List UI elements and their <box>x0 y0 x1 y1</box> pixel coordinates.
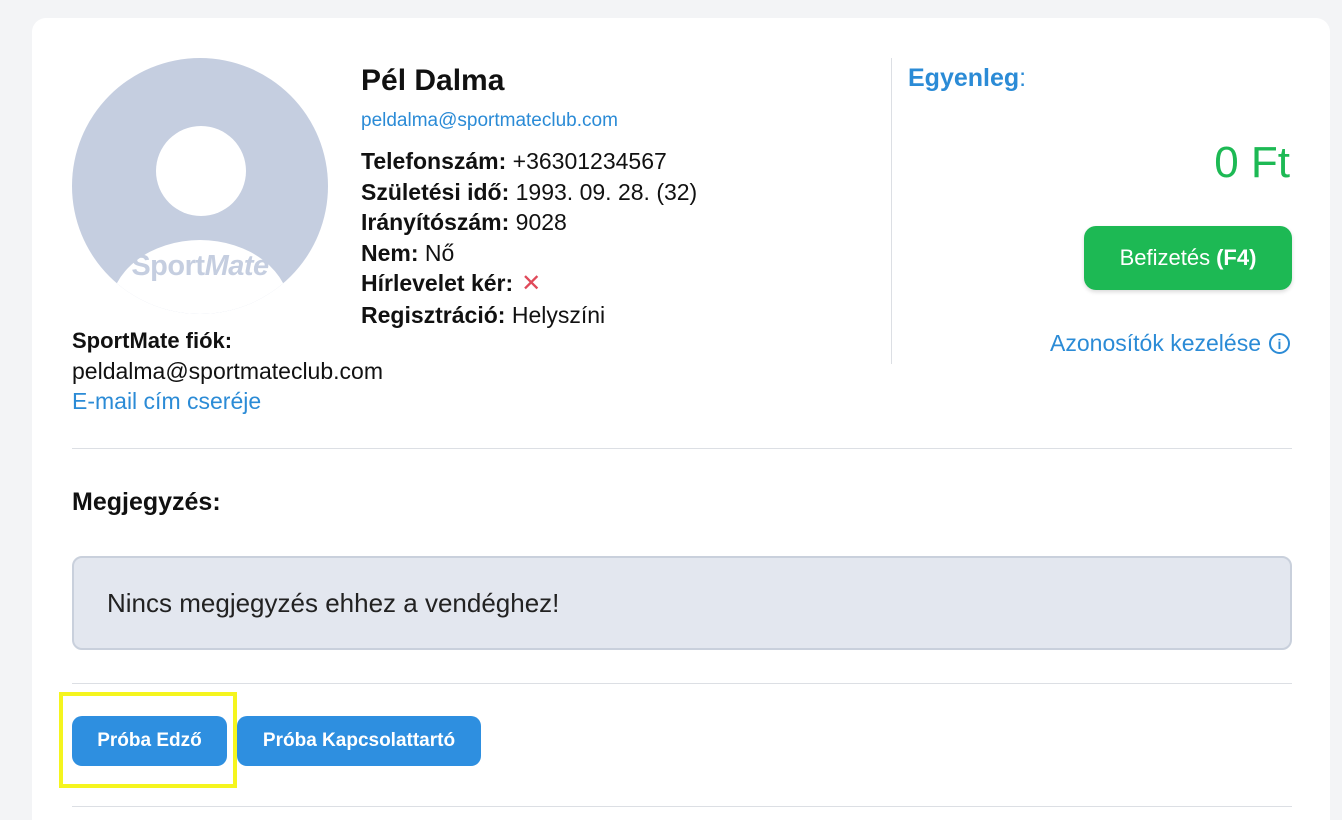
guest-name: Pél Dalma <box>361 64 505 97</box>
role-button-trial-contact[interactable]: Próba Kapcsolattartó <box>237 716 481 766</box>
vertical-divider <box>891 58 892 364</box>
highlight-box <box>59 692 237 788</box>
detail-gender: Nem: Nő <box>361 239 455 266</box>
balance-label: Egyenleg: <box>908 64 1027 92</box>
notes-box[interactable]: Nincs megjegyzés ehhez a vendéghez! <box>72 556 1292 650</box>
sportmate-account-email: peldalma@sportmateclub.com <box>72 358 383 384</box>
avatar: SportMate <box>72 58 328 314</box>
guest-email-link[interactable]: peldalma@sportmateclub.com <box>361 110 618 132</box>
detail-phone: Telefonszám: +36301234567 <box>361 148 667 174</box>
detail-zipcode: Irányítószám: 9028 <box>361 209 567 235</box>
manage-identifiers-link[interactable]: Azonosítók kezelése i <box>1050 330 1290 357</box>
section-divider <box>72 448 1292 449</box>
section-divider <box>72 806 1292 807</box>
notes-text: Nincs megjegyzés ehhez a vendéghez! <box>107 588 560 618</box>
sportmate-logo: SportMate <box>131 250 269 282</box>
payment-button[interactable]: Befizetés (F4) <box>1084 226 1292 290</box>
detail-birthdate: Születési idő: 1993. 09. 28. (32) <box>361 178 698 205</box>
guest-details: Telefonszám: +36301234567 Születési idő:… <box>361 146 697 330</box>
balance-amount: 0 Ft <box>1214 138 1290 187</box>
detail-registration: Regisztráció: Helyszíni <box>361 301 606 328</box>
notes-label: Megjegyzés: <box>72 488 221 516</box>
info-icon: i <box>1269 333 1290 354</box>
close-icon: ✕ <box>521 270 542 297</box>
section-divider <box>72 683 1292 684</box>
detail-newsletter: Hírlevelet kér: ✕ <box>361 270 542 297</box>
sportmate-account-label: SportMate fiók: <box>72 328 233 353</box>
change-email-link[interactable]: E-mail cím cseréje <box>72 388 261 415</box>
avatar-head-shape <box>156 126 246 216</box>
